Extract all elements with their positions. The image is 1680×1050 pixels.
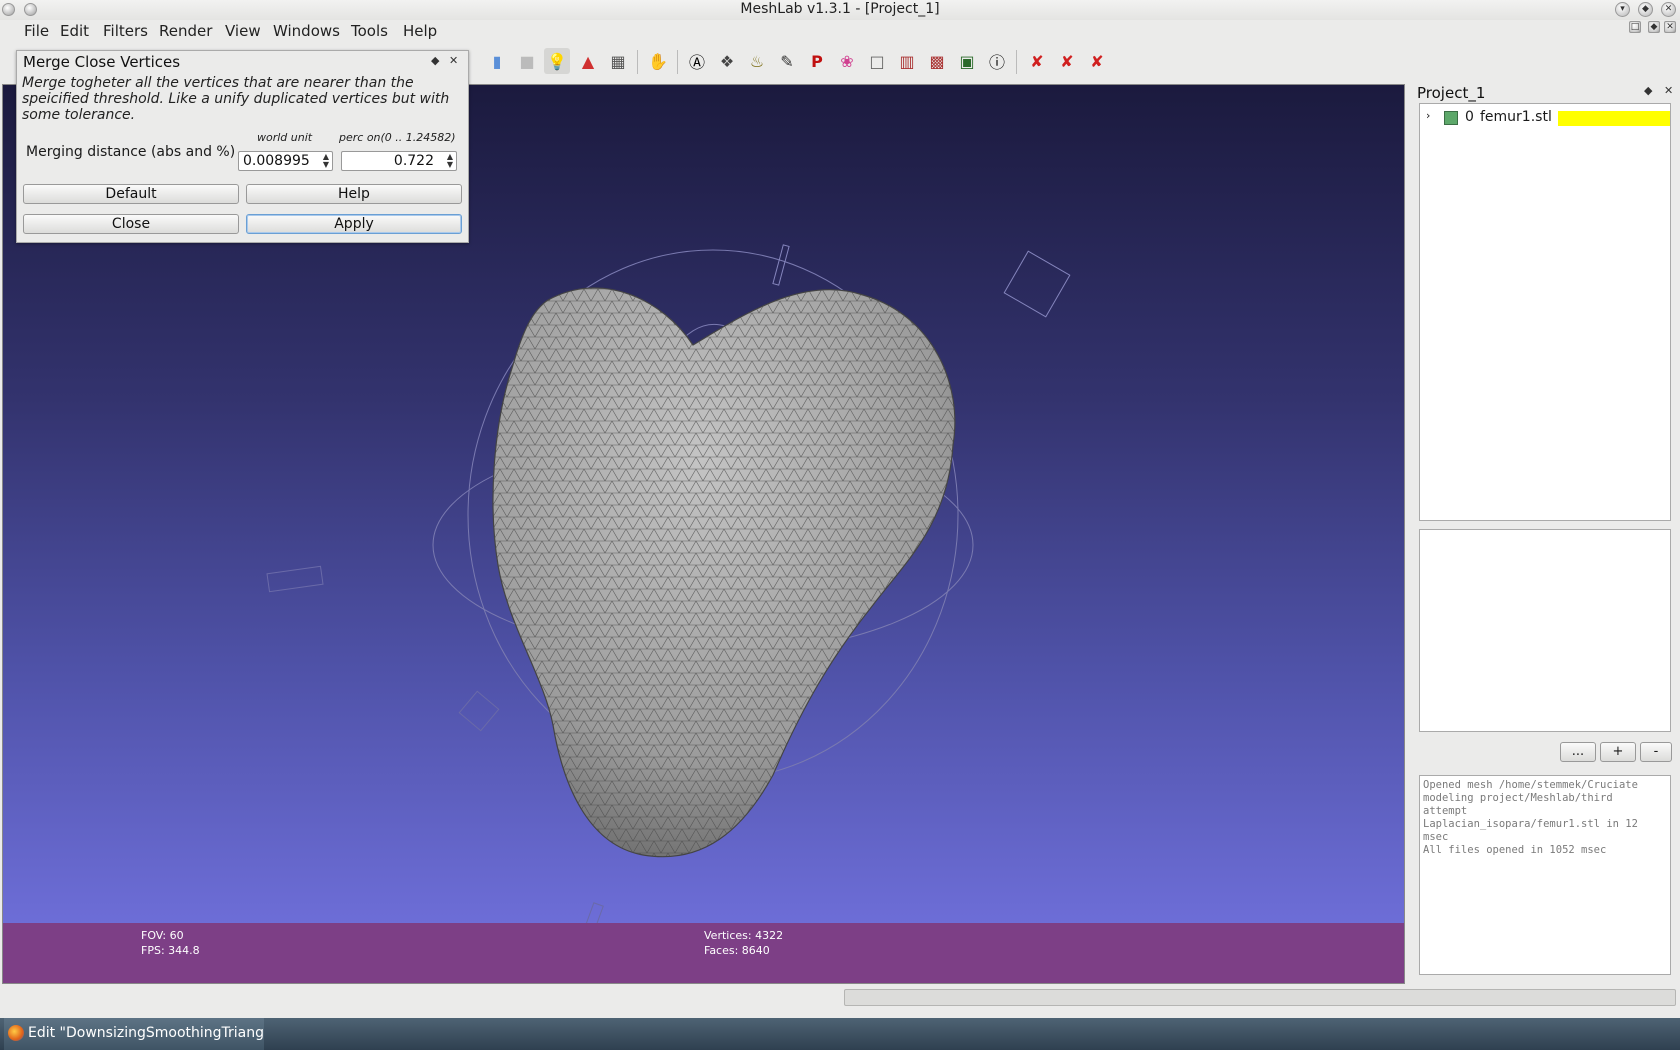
project-dock: Project_1 ◆ ✕ › 0 femur1.stl ... + - Ope… [1412,82,1680,980]
sphere-mesh-icon[interactable]: ❖ [714,48,740,74]
delete-selection-icon[interactable]: ✘ [1084,48,1110,74]
percent-value: 0.722 [393,153,434,169]
layer-row[interactable]: › 0 femur1.stl [1420,109,1670,127]
visibility-eye-icon[interactable] [1444,111,1458,125]
dock-float-icon[interactable]: ◆ [1644,84,1652,97]
backface-icon[interactable]: ▲ [575,48,601,74]
taskbar: Edit "DownsizingSmoothingTriangular [0,1018,1680,1050]
render-info-bar: FOV: 60 FPS: 344.8 Vertices: 4322 Faces:… [3,923,1404,983]
fps-readout: FPS: 344.8 [141,944,200,957]
default-button[interactable]: Default [23,184,239,204]
merging-distance-label: Merging distance (abs and %) [26,144,236,160]
percent-header: perc on(0 .. 1.24582) [339,131,456,144]
menu-windows[interactable]: Windows [273,22,340,40]
delete-vertices-icon[interactable]: ✘ [1054,48,1080,74]
faces-readout: Faces: 8640 [704,944,770,957]
firefox-icon [8,1025,24,1041]
help-button[interactable]: Help [246,184,462,204]
minimize-icon[interactable]: ▾ [1615,2,1630,17]
menu-bar: File Edit Filters Render View Windows To… [0,20,1600,42]
paint-bucket-icon[interactable]: ♨ [744,48,770,74]
select-connected-icon[interactable]: ▩ [924,48,950,74]
maximize-icon[interactable]: ◆ [1638,2,1653,17]
close-icon[interactable]: ✕ [1661,2,1676,17]
hand-icon[interactable]: ✋ [645,48,671,74]
menu-render[interactable]: Render [159,22,212,40]
log-line: attempt [1423,805,1468,817]
vertices-readout: Vertices: 4322 [704,929,784,942]
info-icon[interactable]: ⓘ [984,48,1010,74]
log-line: Laplacian_isopara/femur1.stl in 12 [1423,818,1638,830]
menu-filters[interactable]: Filters [103,22,148,40]
taskbar-item[interactable]: Edit "DownsizingSmoothingTriangular [4,1018,264,1050]
menu-view[interactable]: View [225,22,261,40]
menu-help[interactable]: Help [403,22,437,40]
horizontal-scrollbar[interactable] [844,989,1676,1006]
brush-icon[interactable]: ✎ [774,48,800,74]
status-bar [0,986,1680,1010]
select-faces-icon[interactable]: □ [864,48,890,74]
light-bulb-icon[interactable]: 💡 [544,48,570,74]
menu-tools[interactable]: Tools [351,22,388,40]
fov-readout: FOV: 60 [141,929,184,942]
taskbar-item-label: Edit "DownsizingSmoothingTriangular [28,1025,264,1041]
log-panel: Opened mesh /home/stemmek/Cruciate model… [1419,775,1671,975]
world-unit-value: 0.008995 [243,153,310,169]
pickpoints-icon[interactable]: P [804,48,830,74]
layer-selected-highlight [1558,111,1670,126]
delete-faces-icon[interactable]: ✘ [1024,48,1050,74]
world-unit-spinbox[interactable]: 0.008995 ▲ ▼ [238,151,333,171]
color-mesh-icon[interactable]: ❀ [834,48,860,74]
cylinder-render-icon[interactable]: ▮ [484,48,510,74]
dialog-title: Merge Close Vertices [23,53,181,71]
double-side-icon[interactable]: ▦ [605,48,631,74]
add-button[interactable]: + [1600,742,1636,762]
menu-file[interactable]: File [24,22,49,40]
mdi-restore-icon[interactable]: ◆ [1648,21,1660,33]
raster-icon[interactable]: ▣ [954,48,980,74]
dialog-float-icon[interactable]: ◆ [431,54,439,67]
layer-index: 0 [1465,109,1474,125]
title-bar: MeshLab v1.3.1 - [Project_1] ▾ ◆ ✕ [0,0,1680,20]
more-button[interactable]: ... [1560,742,1596,762]
mdi-minimize-icon[interactable]: □ [1629,21,1641,33]
spin-arrows-icon[interactable]: ▲ ▼ [447,153,453,169]
merge-close-vertices-dialog: Merge Close Vertices ◆ ✕ Merge togheter … [16,50,469,243]
log-line: modeling project/Meshlab/third [1423,792,1613,804]
layer-tree: › 0 femur1.stl [1419,103,1671,521]
close-button[interactable]: Close [23,214,239,234]
project-title: Project_1 [1417,84,1486,102]
select-vertices-icon[interactable]: ▥ [894,48,920,74]
layer-properties-panel [1419,529,1671,732]
annotate-icon[interactable]: Ⓐ [684,48,710,74]
log-line: Opened mesh /home/stemmek/Cruciate [1423,779,1638,791]
mdi-close-icon[interactable]: ✕ [1664,21,1676,33]
log-line: msec [1423,831,1449,843]
texture-icon[interactable]: ■ [514,48,540,74]
dialog-close-icon[interactable]: ✕ [449,54,458,67]
window-title: MeshLab v1.3.1 - [Project_1] [740,1,940,17]
apply-button[interactable]: Apply [246,214,462,234]
dialog-description: Merge togheter all the vertices that are… [22,75,450,123]
expand-arrow-icon[interactable]: › [1426,109,1430,122]
log-line: All files opened in 1052 msec [1423,844,1607,856]
menu-edit[interactable]: Edit [60,22,89,40]
percent-spinbox[interactable]: 0.722 ▲ ▼ [341,151,457,171]
spin-arrows-icon[interactable]: ▲ ▼ [323,153,329,169]
world-unit-header: world unit [257,131,313,144]
dock-close-icon[interactable]: ✕ [1664,84,1673,97]
toolbar: ▮ ■ 💡 ▲ ▦ ✋ Ⓐ ❖ ♨ ✎ P ❀ □ ▥ ▩ ▣ ⓘ ✘ ✘ ✘ [440,46,1140,78]
layer-name: femur1.stl [1480,109,1552,125]
remove-button[interactable]: - [1640,742,1672,762]
